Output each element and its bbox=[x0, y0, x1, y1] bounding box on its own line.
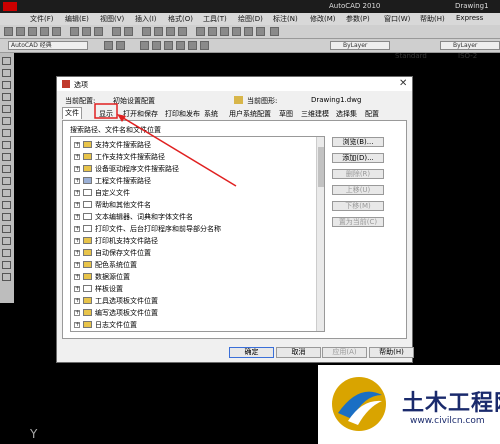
watermark-brand: 土木工程网 bbox=[402, 391, 500, 416]
annotation-arrow bbox=[119, 115, 237, 187]
tab-highlight-box bbox=[94, 103, 118, 119]
watermark: 土木工程网 www.civilcn.com bbox=[318, 365, 500, 444]
watermark-url: www.civilcn.com bbox=[410, 416, 485, 426]
civilcn-logo-icon bbox=[332, 377, 386, 431]
annotation-arrowhead bbox=[117, 114, 126, 122]
